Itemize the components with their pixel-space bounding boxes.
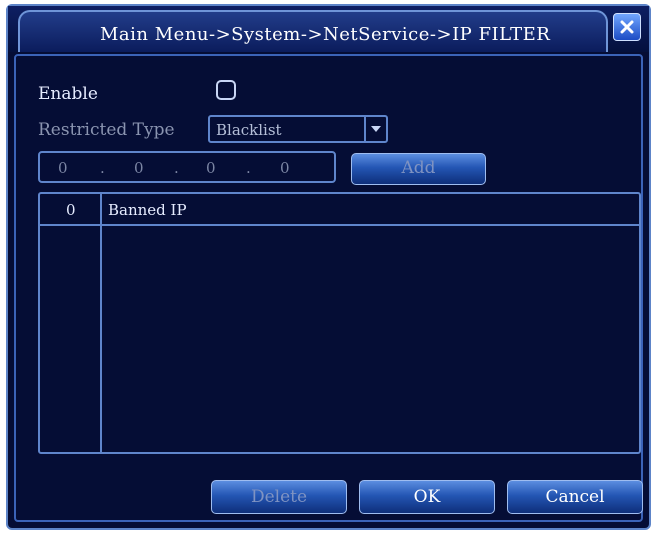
ok-button[interactable]: OK	[359, 480, 495, 514]
enable-label: Enable	[38, 84, 98, 104]
banned-ip-column-header: Banned IP	[108, 201, 187, 219]
ip-octet-4: 0	[280, 159, 290, 177]
ip-octet-2: 0	[134, 159, 144, 177]
restricted-type-value: Blacklist	[216, 121, 282, 139]
window-title: Main Menu->System->NetService->IP FILTER	[100, 24, 551, 45]
ip-octet-3: 0	[206, 159, 216, 177]
index-column-header: 0	[66, 201, 76, 219]
title-tab: Main Menu->System->NetService->IP FILTER	[18, 10, 608, 52]
close-button[interactable]	[613, 13, 641, 41]
content-panel: Enable Restricted Type Blacklist 0 . 0 .…	[14, 54, 643, 522]
ip-address-input[interactable]: 0 . 0 . 0 . 0	[38, 151, 336, 183]
add-button[interactable]: Add	[351, 153, 486, 185]
cancel-button[interactable]: Cancel	[507, 480, 643, 514]
banned-ip-table: 0 Banned IP	[38, 192, 641, 454]
ip-separator: .	[246, 159, 251, 177]
ip-separator: .	[174, 159, 179, 177]
restricted-type-select[interactable]: Blacklist	[208, 115, 388, 143]
dropdown-button[interactable]	[364, 117, 386, 141]
delete-button[interactable]: Delete	[211, 480, 347, 514]
restricted-type-label: Restricted Type	[38, 120, 175, 140]
ip-filter-dialog: Main Menu->System->NetService->IP FILTER…	[6, 4, 651, 530]
ip-octet-1: 0	[58, 159, 68, 177]
close-icon	[620, 20, 634, 34]
title-bar: Main Menu->System->NetService->IP FILTER	[8, 6, 649, 52]
table-header-divider	[40, 224, 639, 226]
table-column-divider	[100, 194, 102, 452]
enable-checkbox[interactable]	[216, 80, 236, 100]
chevron-down-icon	[371, 126, 381, 132]
ip-separator: .	[100, 159, 105, 177]
